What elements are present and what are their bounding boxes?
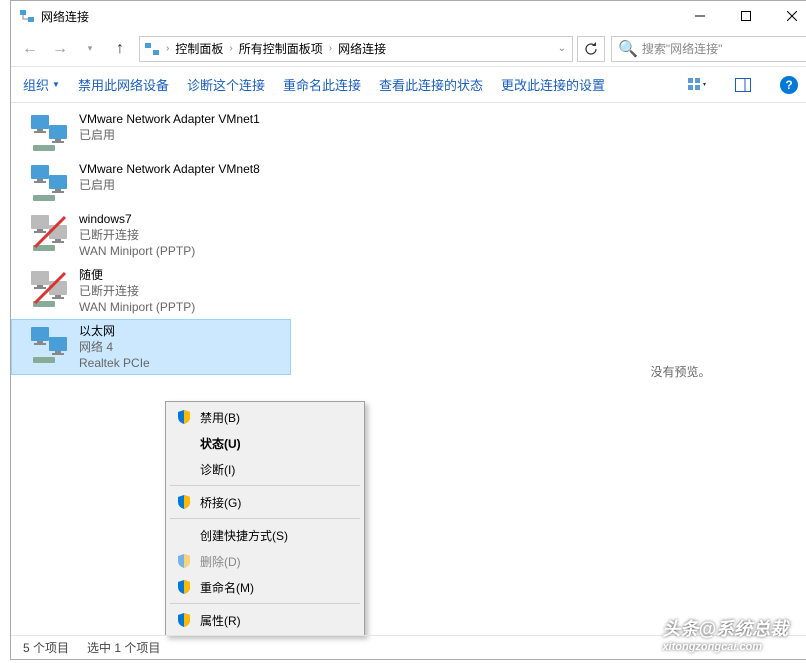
window-frame: 网络连接 ← → ▾ ↑ › 控制面板 › 所有控制面板项 › 网络连接 ⌄ 🔍… (10, 0, 806, 660)
connection-text: VMware Network Adapter VMnet8 已启用 (79, 161, 260, 203)
change-settings-button[interactable]: 更改此连接的设置 (501, 75, 605, 94)
connection-text: windows7 已断开连接 WAN Miniport (PPTP) (79, 211, 195, 259)
menu-separator (170, 485, 360, 486)
connection-device: Realtek PCIe (79, 355, 150, 371)
status-item-count: 5 个项目 (23, 639, 69, 656)
close-button[interactable] (769, 1, 806, 31)
shield-icon (176, 494, 192, 510)
preview-pane-button[interactable] (729, 73, 757, 97)
chevron-right-icon: › (164, 43, 171, 54)
connection-name: windows7 (79, 211, 195, 227)
menu-separator (170, 518, 360, 519)
network-adapter-icon (29, 267, 71, 309)
menu-bridge[interactable]: 桥接(G) (168, 489, 362, 515)
back-button[interactable]: ← (15, 35, 45, 63)
network-adapter-icon (29, 111, 71, 153)
diagnose-button[interactable]: 诊断这个连接 (187, 75, 265, 94)
window-controls (677, 1, 806, 31)
connection-text: 以太网 网络 4 Realtek PCIe (79, 323, 150, 371)
search-placeholder: 搜索"网络连接" (642, 40, 723, 57)
network-adapter-icon (29, 161, 71, 203)
preview-pane: 没有预览。 (546, 103, 806, 635)
status-selected-count: 选中 1 个项目 (87, 639, 160, 656)
network-adapter-icon (29, 211, 71, 253)
recent-dropdown[interactable]: ▾ (75, 35, 105, 63)
view-options-button[interactable] (683, 73, 711, 97)
breadcrumb-item[interactable]: 网络连接 (334, 40, 390, 57)
menu-diagnose[interactable]: 诊断(I) (168, 456, 362, 482)
preview-pane-icon (735, 78, 751, 92)
menu-status[interactable]: 状态(U) (168, 430, 362, 456)
connection-status: 已断开连接 (79, 283, 195, 299)
context-menu: 禁用(B) 状态(U) 诊断(I) 桥接(G) 创建快捷方式(S) 删除(D) … (165, 401, 365, 636)
shield-icon (176, 409, 192, 425)
organize-button[interactable]: 组织▼ (23, 75, 60, 94)
refresh-icon (584, 42, 598, 56)
connection-name: 随便 (79, 267, 195, 283)
location-icon (144, 41, 160, 57)
menu-rename[interactable]: 重命名(M) (168, 574, 362, 600)
connection-name: 以太网 (79, 323, 150, 339)
chevron-right-icon: › (227, 43, 234, 54)
help-button[interactable]: ? (775, 73, 803, 97)
breadcrumb-item[interactable]: 控制面板 (171, 40, 227, 57)
watermark: 头条@系统总裁 xitongzongcai.com (662, 615, 788, 653)
breadcrumb-item[interactable]: 所有控制面板项 (235, 40, 327, 57)
rename-button[interactable]: 重命名此连接 (283, 75, 361, 94)
connection-device: WAN Miniport (PPTP) (79, 243, 195, 259)
connection-status: 网络 4 (79, 339, 150, 355)
toolbar: 组织▼ 禁用此网络设备 诊断这个连接 重命名此连接 查看此连接的状态 更改此连接… (11, 67, 806, 103)
app-icon (19, 8, 35, 24)
view-icon (688, 78, 706, 92)
nav-bar: ← → ▾ ↑ › 控制面板 › 所有控制面板项 › 网络连接 ⌄ 🔍 搜索"网… (11, 31, 806, 67)
connection-text: VMware Network Adapter VMnet1 已启用 (79, 111, 260, 153)
disable-device-button[interactable]: 禁用此网络设备 (78, 75, 169, 94)
menu-disable[interactable]: 禁用(B) (168, 404, 362, 430)
search-icon: 🔍 (618, 39, 638, 59)
menu-shortcut[interactable]: 创建快捷方式(S) (168, 522, 362, 548)
menu-delete[interactable]: 删除(D) (168, 548, 362, 574)
network-adapter-icon (29, 323, 71, 365)
help-icon: ? (780, 76, 798, 94)
address-bar[interactable]: › 控制面板 › 所有控制面板项 › 网络连接 ⌄ (139, 36, 573, 62)
minimize-button[interactable] (677, 1, 723, 31)
connection-item[interactable]: VMware Network Adapter VMnet1 已启用 (11, 107, 291, 157)
no-preview-text: 没有预览。 (650, 363, 710, 380)
connection-text: 随便 已断开连接 WAN Miniport (PPTP) (79, 267, 195, 315)
connection-item[interactable]: VMware Network Adapter VMnet8 已启用 (11, 157, 291, 207)
connection-name: VMware Network Adapter VMnet8 (79, 161, 260, 177)
refresh-button[interactable] (577, 36, 605, 62)
content-area: VMware Network Adapter VMnet1 已启用 VMware… (11, 103, 806, 635)
connection-status: 已启用 (79, 177, 260, 193)
chevron-down-icon[interactable]: ⌄ (556, 43, 568, 54)
maximize-button[interactable] (723, 1, 769, 31)
titlebar: 网络连接 (11, 1, 806, 31)
connection-item[interactable]: 以太网 网络 4 Realtek PCIe (11, 319, 291, 375)
chevron-right-icon: › (327, 43, 334, 54)
shield-icon (176, 579, 192, 595)
connection-item[interactable]: 随便 已断开连接 WAN Miniport (PPTP) (11, 263, 291, 319)
search-input[interactable]: 🔍 搜索"网络连接" (611, 36, 806, 62)
shield-icon (176, 553, 192, 569)
menu-properties[interactable]: 属性(R) (168, 607, 362, 633)
connection-device: WAN Miniport (PPTP) (79, 299, 195, 315)
menu-separator (170, 603, 360, 604)
connection-item[interactable]: windows7 已断开连接 WAN Miniport (PPTP) (11, 207, 291, 263)
window-title: 网络连接 (41, 8, 677, 25)
shield-icon (176, 612, 192, 628)
view-status-button[interactable]: 查看此连接的状态 (379, 75, 483, 94)
connection-name: VMware Network Adapter VMnet1 (79, 111, 260, 127)
forward-button[interactable]: → (45, 35, 75, 63)
connection-status: 已断开连接 (79, 227, 195, 243)
connection-status: 已启用 (79, 127, 260, 143)
up-button[interactable]: ↑ (105, 35, 135, 63)
